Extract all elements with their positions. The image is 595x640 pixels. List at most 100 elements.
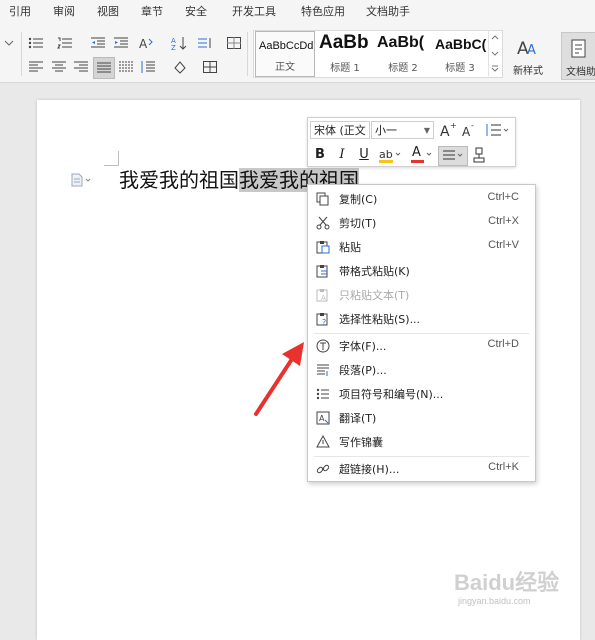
line-spacing-button[interactable] — [484, 121, 510, 139]
svg-text:A: A — [319, 414, 325, 423]
highlight-icon: ab — [379, 148, 401, 163]
menu-item-font[interactable]: 字体(F)... Ctrl+D — [308, 334, 535, 358]
menu-shortcut: Ctrl+K — [488, 461, 519, 473]
borders-icon[interactable] — [226, 36, 242, 50]
new-style-button[interactable]: A A 新样式 — [505, 32, 551, 78]
tab-security[interactable]: 安全 — [185, 3, 207, 19]
menu-label: 复制(C) — [339, 193, 378, 206]
grow-font-button[interactable]: A + — [439, 121, 457, 140]
line-spacing-icon[interactable] — [197, 36, 213, 50]
tab-doc-assistant[interactable]: 文档助手 — [366, 3, 410, 19]
margin-corner-mark — [104, 151, 119, 166]
menu-item-bullets[interactable]: 项目符号和编号(N)... — [308, 382, 535, 406]
menu-label: 只粘贴文本(T) — [339, 289, 410, 302]
style-caption: 正文 — [275, 62, 295, 73]
doc-assistant-button[interactable]: 文档助 — [561, 32, 595, 80]
menu-item-paste-text: A 只粘贴文本(T) — [308, 283, 535, 307]
menu-item-paste[interactable]: 粘贴 Ctrl+V — [308, 235, 535, 259]
scissors-icon — [316, 216, 330, 230]
link-icon — [316, 462, 330, 476]
paragraph-handle[interactable] — [70, 172, 92, 187]
paste-icon — [316, 240, 330, 254]
align-center-icon[interactable] — [51, 60, 67, 74]
tab-chapter[interactable]: 章节 — [141, 3, 163, 19]
tab-features[interactable]: 特色应用 — [301, 3, 345, 19]
svg-text:+: + — [450, 121, 457, 130]
paste-format-icon — [316, 264, 330, 278]
style-heading-3[interactable]: AaBbC( 标题 3 — [432, 31, 488, 77]
line-spacing-icon — [486, 124, 509, 136]
menu-label: 段落(P)... — [339, 364, 387, 377]
doc-assistant-icon — [571, 39, 586, 58]
bullet-list-icon[interactable] — [28, 36, 44, 50]
menu-item-translate[interactable]: A 翻译(T) — [308, 406, 535, 430]
gallery-scroll[interactable] — [488, 30, 501, 76]
svg-text:A: A — [139, 37, 148, 50]
table-borders-icon[interactable] — [202, 60, 218, 74]
svg-text:Z: Z — [171, 44, 176, 50]
style-sample: AaBbC( — [435, 36, 487, 52]
svg-text:?: ? — [322, 318, 326, 326]
distributed-align-icon[interactable] — [118, 60, 134, 74]
style-normal[interactable]: AaBbCcDd 正文 — [255, 31, 315, 77]
menu-item-cut[interactable]: 剪切(T) Ctrl+X — [308, 211, 535, 235]
format-painter-button[interactable] — [470, 146, 488, 164]
svg-text:A: A — [440, 124, 450, 139]
menu-shortcut: Ctrl+C — [487, 191, 519, 203]
menu-item-paste-format[interactable]: 带格式粘贴(K) — [308, 259, 535, 283]
shrink-font-button[interactable]: A- — [461, 121, 479, 139]
tab-references[interactable]: 引用 — [9, 3, 31, 19]
font-size-value: 小一 — [375, 124, 397, 137]
shading-icon[interactable] — [172, 60, 188, 74]
mini-toolbar: 宋体 (正文 小一 ▼ A + A- B I U ab A — [307, 117, 516, 167]
grow-font-icon: A + — [440, 121, 457, 140]
menu-item-copy[interactable]: 复制(C) Ctrl+C — [308, 187, 535, 211]
menu-item-paragraph[interactable]: 段落(P)... — [308, 358, 535, 382]
ribbon: A AZ AaBbCcDd 正文 AaBb 标题 1 AaBb( 标题 2 Aa… — [0, 20, 595, 83]
style-caption: 标题 3 — [445, 63, 475, 74]
underline-button[interactable]: U — [356, 146, 372, 164]
tab-developer[interactable]: 开发工具 — [232, 3, 276, 19]
ribbon-separator — [21, 32, 22, 76]
menu-item-hyperlink[interactable]: 超链接(H)... Ctrl+K — [308, 457, 535, 481]
align-right-icon[interactable] — [73, 60, 89, 74]
font-icon — [316, 339, 330, 353]
svg-text:ab: ab — [379, 148, 393, 161]
document-text-plain[interactable]: 我爱我的祖国 — [119, 168, 239, 192]
menu-item-writing-tips[interactable]: 写作锦囊 — [308, 430, 535, 454]
paragraph-spacing-icon[interactable] — [140, 60, 156, 74]
font-size-combo[interactable]: 小一 ▼ — [371, 121, 434, 139]
format-painter-icon — [473, 147, 485, 163]
text-direction-icon[interactable]: A — [138, 36, 154, 50]
menu-label: 超链接(H)... — [339, 463, 400, 476]
watermark-url: jingyan.baidu.com — [458, 596, 531, 606]
context-menu: 复制(C) Ctrl+C 剪切(T) Ctrl+X 粘贴 Ctrl+V 带格式粘… — [307, 184, 536, 482]
highlight-button[interactable]: ab — [378, 146, 404, 164]
decrease-indent-icon[interactable] — [90, 36, 106, 50]
italic-button[interactable]: I — [334, 146, 350, 164]
menu-label: 选择性粘贴(S)... — [339, 313, 421, 326]
menu-label: 写作锦囊 — [339, 436, 383, 449]
menu-label: 带格式粘贴(K) — [339, 265, 410, 278]
style-heading-1[interactable]: AaBb 标题 1 — [316, 31, 374, 77]
numbered-list-icon[interactable] — [57, 36, 73, 50]
new-style-icon: A A — [517, 39, 536, 59]
increase-indent-icon[interactable] — [113, 36, 129, 50]
align-left-icon[interactable] — [28, 60, 44, 74]
tab-view[interactable]: 视图 — [97, 3, 119, 19]
font-color-button[interactable]: A — [410, 145, 436, 164]
menu-item-paste-special[interactable]: ? 选择性粘贴(S)... — [308, 307, 535, 331]
style-sample: AaBb — [319, 32, 369, 53]
style-sample: AaBbCcDd — [259, 40, 314, 52]
justify-icon[interactable] — [93, 57, 115, 79]
align-button[interactable] — [438, 146, 468, 166]
bold-button[interactable]: B — [312, 146, 328, 164]
writing-icon — [316, 435, 330, 449]
font-name-combo[interactable]: 宋体 (正文 — [310, 121, 370, 139]
style-heading-2[interactable]: AaBb( 标题 2 — [374, 31, 432, 77]
tab-review[interactable]: 审阅 — [53, 3, 75, 19]
sort-icon[interactable]: AZ — [171, 36, 187, 50]
style-gallery: AaBbCcDd 正文 AaBb 标题 1 AaBb( 标题 2 AaBbC( … — [253, 30, 503, 78]
svg-text:A: A — [321, 294, 326, 302]
chevron-down-icon[interactable] — [2, 36, 18, 50]
